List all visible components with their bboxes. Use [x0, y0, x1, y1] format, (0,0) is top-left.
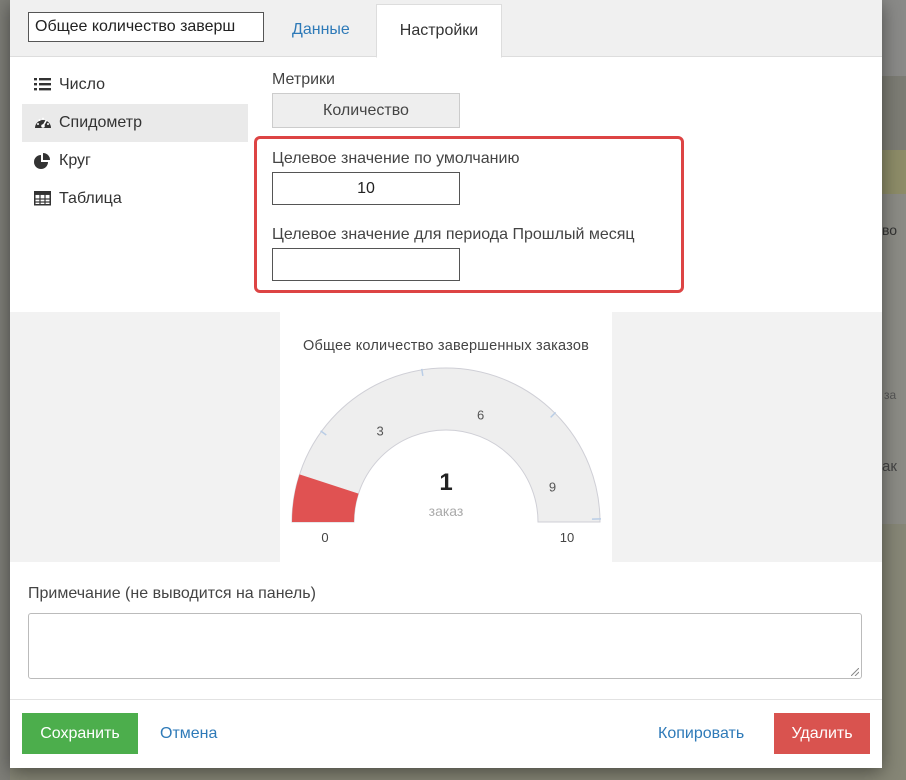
- gauge-unit-label: заказ: [429, 503, 464, 519]
- gauge-max-label: 10: [560, 530, 574, 545]
- modal-header: Общее количество заверш Данные Настройки: [10, 0, 882, 58]
- metrics-button[interactable]: Количество: [272, 93, 460, 128]
- gauge-tick-label: 3: [377, 423, 384, 438]
- sidebar-item-speedometer[interactable]: Спидометр: [22, 104, 248, 142]
- background-text: ак: [882, 458, 897, 475]
- sidebar-item-label: Число: [59, 76, 106, 93]
- tab-settings[interactable]: Настройки: [376, 4, 502, 58]
- list-icon: [34, 78, 51, 91]
- pie-chart-icon: [34, 153, 50, 169]
- copy-link[interactable]: Копировать: [658, 713, 744, 754]
- period-target-label: Целевое значение для периода Прошлый мес…: [272, 226, 635, 243]
- table-icon: [34, 191, 51, 206]
- cancel-link[interactable]: Отмена: [160, 713, 217, 754]
- gauge-min-label: 0: [321, 530, 328, 545]
- gauge-value-label: 1: [439, 469, 452, 496]
- delete-button[interactable]: Удалить: [774, 713, 870, 754]
- note-textarea[interactable]: [28, 613, 862, 679]
- metrics-label: Метрики: [272, 71, 335, 88]
- widget-settings-modal: Общее количество заверш Данные Настройки…: [10, 0, 882, 768]
- sidebar-item-label: Круг: [59, 152, 91, 169]
- save-button[interactable]: Сохранить: [22, 713, 138, 754]
- visualization-type-menu: Число Спидометр Круг Таблица: [22, 66, 248, 218]
- sidebar-item-number[interactable]: Число: [22, 66, 248, 104]
- tab-data[interactable]: Данные: [292, 4, 350, 56]
- sidebar-item-label: Спидометр: [59, 114, 142, 131]
- period-target-input[interactable]: [272, 248, 460, 281]
- resize-grip-icon[interactable]: [851, 668, 859, 676]
- dashboard-icon: [35, 117, 51, 128]
- gauge-tick-label: 9: [549, 479, 556, 494]
- gauge-tick-label: 6: [477, 407, 484, 422]
- sidebar-item-pie[interactable]: Круг: [22, 142, 248, 180]
- gauge-chart: 3 6 9 0 10 1 заказ: [291, 367, 601, 545]
- gauge-card: Общее количество завершенных заказов 369…: [280, 312, 612, 562]
- background-text: за: [884, 388, 897, 402]
- background-left-edge: [0, 0, 10, 780]
- background-text: во: [882, 222, 898, 238]
- default-target-label: Целевое значение по умолчанию: [272, 150, 520, 167]
- footer-divider: [10, 699, 882, 700]
- widget-title-input[interactable]: Общее количество заверш: [28, 12, 264, 42]
- preview-area: Общее количество завершенных заказов 369…: [10, 312, 882, 562]
- sidebar-item-label: Таблица: [59, 190, 122, 207]
- note-label: Примечание (не выводится на панель): [28, 585, 316, 602]
- default-target-input[interactable]: 10: [272, 172, 460, 205]
- sidebar-item-table[interactable]: Таблица: [22, 180, 248, 218]
